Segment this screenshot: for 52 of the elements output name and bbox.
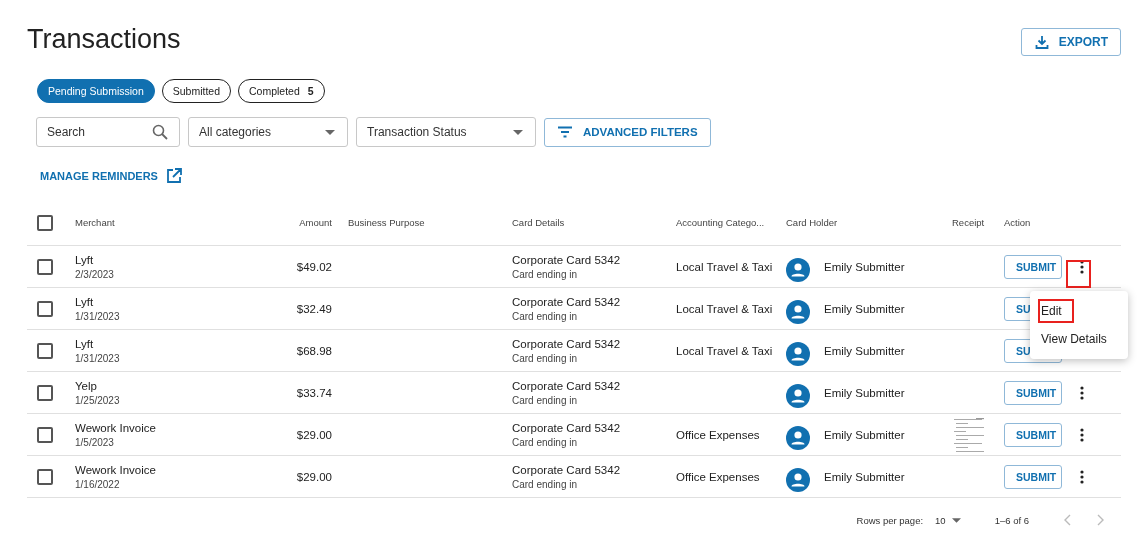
card-ending-text: Card ending in (512, 268, 578, 280)
amount-text: $29.00 (296, 470, 332, 483)
column-header: Action (1004, 217, 1031, 228)
category-text: Office Expenses (676, 428, 760, 441)
transaction-date: 1/31/2023 (75, 352, 120, 364)
card-ending-text: Card ending in (512, 310, 578, 322)
merchant-name: Wework Invoice (75, 421, 156, 434)
merchant-name: Lyft (75, 253, 94, 266)
amount-text: $33.74 (296, 386, 332, 399)
amount-text: $49.02 (296, 260, 332, 273)
merchant-name: Lyft (75, 337, 94, 350)
card-holder-name: Emily Submitter (824, 387, 905, 399)
page-title: Transactions (27, 23, 181, 55)
transaction-date: 1/25/2023 (75, 394, 120, 406)
column-header: Merchant (75, 217, 115, 228)
amount-text: $32.49 (296, 302, 332, 315)
category-text: Local Travel & Taxi (676, 260, 773, 273)
page-range: 1–6 of 6 (994, 514, 1029, 526)
card-ending-text: Card ending in (512, 478, 578, 490)
category-text: Local Travel & Taxi (676, 302, 773, 315)
transaction-date: 2/3/2023 (75, 268, 114, 280)
card-ending-text: Card ending in (512, 436, 578, 448)
card-name: Corporate Card 5342 (512, 295, 621, 308)
column-header: Accounting Catego... (676, 217, 765, 228)
category-text: Office Expenses (676, 470, 760, 483)
transaction-date: 1/16/2022 (75, 478, 120, 490)
card-holder-name: Emily Submitter (824, 471, 905, 483)
amount-text: $29.00 (296, 428, 332, 441)
transaction-date: 1/31/2023 (75, 310, 120, 322)
card-name: Corporate Card 5342 (512, 253, 621, 266)
card-holder-name: Emily Submitter (824, 345, 905, 357)
merchant-name: Lyft (75, 295, 94, 308)
card-name: Corporate Card 5342 (512, 379, 621, 392)
card-ending-text: Card ending in (512, 352, 578, 364)
column-header: Receipt (952, 217, 985, 228)
merchant-name: Yelp (75, 379, 97, 392)
column-header: Amount (299, 217, 332, 228)
column-header: Business Purpose (348, 217, 425, 228)
card-ending-text: Card ending in (512, 394, 578, 406)
card-name: Corporate Card 5342 (512, 421, 621, 434)
column-header: Card Holder (786, 217, 838, 228)
category-text: Local Travel & Taxi (676, 344, 773, 357)
merchant-name: Wework Invoice (75, 463, 156, 476)
card-holder-name: Emily Submitter (824, 303, 905, 315)
column-header: Card Details (512, 217, 565, 228)
rows-per-page-label: Rows per page: (856, 514, 924, 526)
card-name: Corporate Card 5342 (512, 463, 621, 476)
card-name: Corporate Card 5342 (512, 337, 621, 350)
card-holder-name: Emily Submitter (824, 261, 905, 273)
transaction-date: 1/5/2023 (75, 436, 114, 448)
card-holder-name: Emily Submitter (824, 429, 905, 441)
amount-text: $68.98 (296, 344, 332, 357)
